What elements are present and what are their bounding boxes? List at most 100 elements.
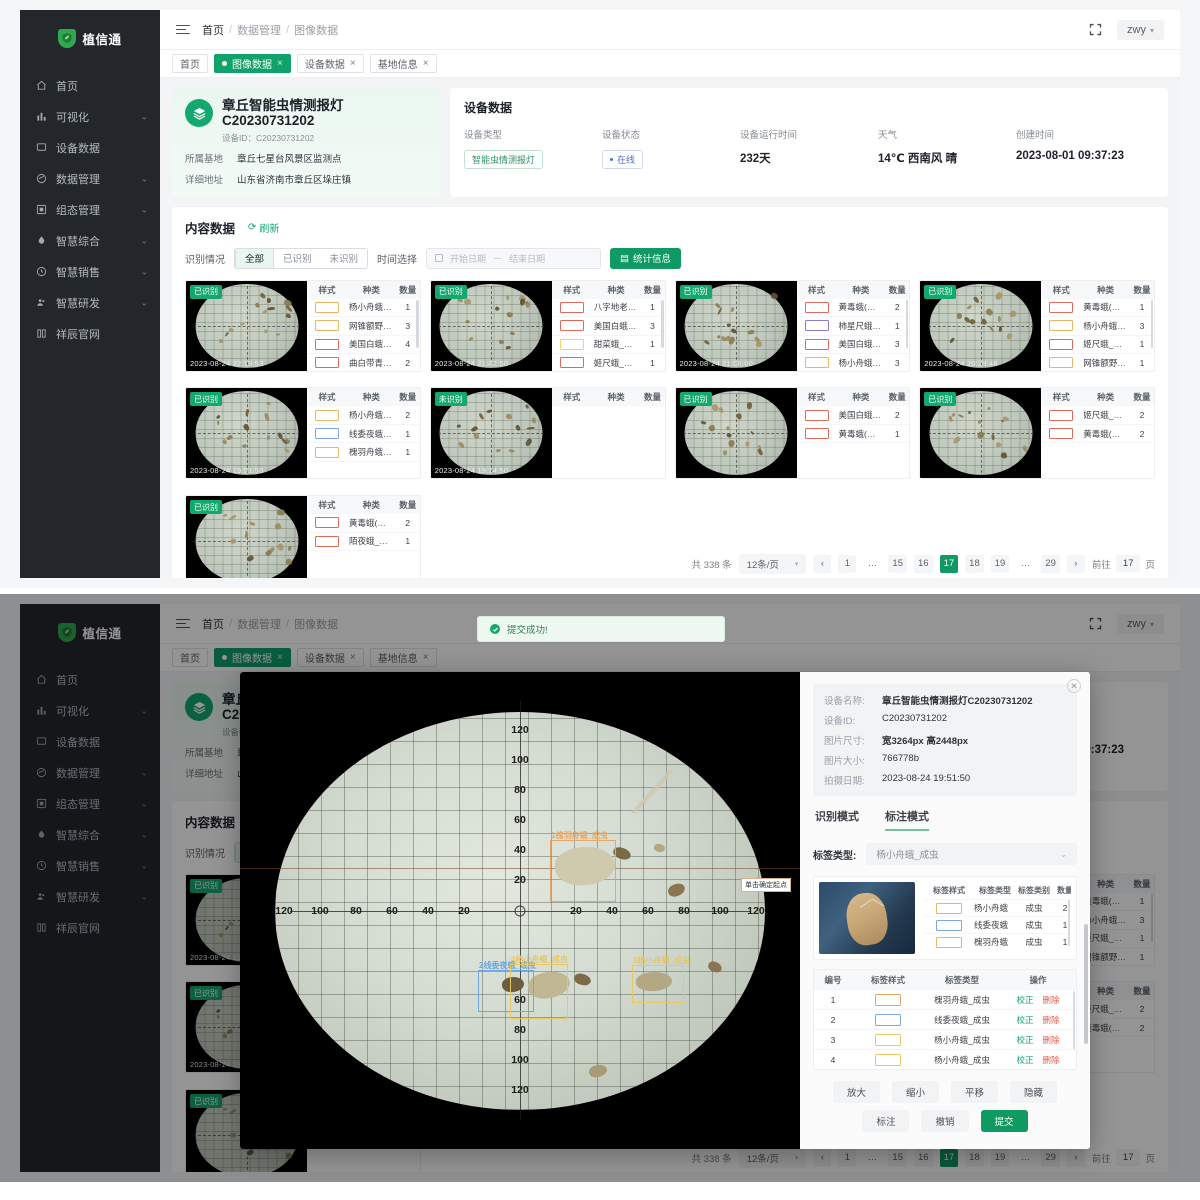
date-range-picker[interactable]: 开始日期 － 结束日期: [426, 248, 601, 269]
refresh-button[interactable]: ⟳ 刷新: [248, 220, 279, 235]
goto-input[interactable]: 17: [1116, 555, 1141, 572]
pagination-page-current[interactable]: 17: [940, 555, 959, 573]
segment-all[interactable]: 全部: [235, 249, 274, 268]
table-scrollbar[interactable]: [906, 300, 909, 348]
pagination-page-15[interactable]: 15: [888, 555, 907, 573]
sidebar-item-smart-integration[interactable]: 智慧综合 ⌄: [20, 225, 160, 256]
sidebar-item-device-data[interactable]: 设备数据: [20, 132, 160, 163]
correct-link[interactable]: 校正: [1016, 994, 1033, 1006]
bounding-box[interactable]: 4杨小舟蛾_成虫: [510, 964, 568, 1019]
image-card[interactable]: 已识别 2023-08-24 22:19:53 样式 种类 数量 杨小舟蛾… 1…: [185, 280, 421, 372]
chevron-down-icon: ⌄: [1060, 850, 1067, 859]
label-type-select[interactable]: 杨小舟蛾_成虫⌄: [866, 843, 1077, 865]
status-badge: 已识别: [190, 392, 222, 406]
image-card[interactable]: 已识别 2023-08-24 21:42:50 样式 种类 数量 八字地老… 1…: [430, 280, 666, 372]
tab-device-data[interactable]: 设备数据×: [297, 54, 364, 73]
close-icon[interactable]: ×: [423, 58, 429, 69]
sidebar-label: 组态管理: [56, 202, 100, 218]
tab-recognition-mode[interactable]: 识别模式: [815, 808, 859, 831]
zoom-in-button[interactable]: 放大: [833, 1081, 880, 1103]
delete-link[interactable]: 删除: [1043, 1034, 1060, 1046]
correct-link[interactable]: 校正: [1016, 1014, 1033, 1026]
segment-unrecognized[interactable]: 未识别: [321, 249, 368, 268]
image-card[interactable]: 未识别 2023-08-24 19:14:50 样式 种类 数量: [430, 387, 666, 479]
image-card[interactable]: 已识别 2023-08-24 21:06:00 样式 种类 数量 黄毒蛾(… 2…: [675, 280, 911, 372]
segment-recognized[interactable]: 已识别: [274, 249, 321, 268]
delete-link[interactable]: 删除: [1043, 994, 1060, 1006]
pagination-page-16[interactable]: 16: [914, 555, 933, 573]
breadcrumb-item-home[interactable]: 首页: [202, 22, 224, 38]
image-card[interactable]: 已识别 样式 种类 数量 美国白蛾… 2 黄毒蛾(… 1: [675, 387, 911, 479]
annotate-button[interactable]: 标注: [862, 1110, 909, 1132]
sidebar-item-configuration[interactable]: 组态管理 ⌄: [20, 194, 160, 225]
species-name: 姬尺蛾_…: [1081, 338, 1130, 350]
close-icon[interactable]: ×: [277, 58, 283, 69]
table-row: 杨小舟蛾… 2: [307, 406, 420, 425]
sidebar-item-data-management[interactable]: 数据管理 ⌄: [20, 163, 160, 194]
card-thumbnail[interactable]: 已识别 2023-08-24 20:28:48: [920, 281, 1041, 371]
pagination-ellipsis-right[interactable]: …: [1016, 555, 1034, 573]
zoom-out-button[interactable]: 缩小: [892, 1081, 939, 1103]
table-row: 黄毒蛾(… 1: [1041, 299, 1154, 318]
card-thumbnail[interactable]: 已识别 2023-08-24 22:19:53: [186, 281, 307, 371]
image-card[interactable]: 已识别 2023-08-24 19:51:50 样式 种类 数量 杨小舟蛾… 2…: [185, 387, 421, 479]
reference-table-scrollbar[interactable]: [1068, 900, 1071, 946]
pagination-ellipsis-left[interactable]: …: [863, 555, 881, 573]
card-thumbnail[interactable]: 已识别: [920, 388, 1041, 478]
card-thumbnail[interactable]: 已识别: [676, 388, 797, 478]
pagination-page-1[interactable]: 1: [838, 555, 856, 573]
pan-button[interactable]: 平移: [951, 1081, 998, 1103]
pagination-prev[interactable]: ‹: [813, 555, 831, 573]
pagination-page-19[interactable]: 19: [991, 555, 1010, 573]
sidebar-item-smart-sales[interactable]: 智慧销售 ⌄: [20, 256, 160, 287]
delete-link[interactable]: 删除: [1043, 1014, 1060, 1026]
table-scrollbar[interactable]: [416, 300, 419, 348]
bounding-box[interactable]: 3杨小舟蛾_成虫: [632, 965, 684, 1003]
y-tick: 100: [511, 754, 529, 766]
pagination-page-29[interactable]: 29: [1041, 555, 1060, 573]
card-thumbnail[interactable]: 已识别 2023-08-24 19:51:50: [186, 388, 307, 478]
statistics-button[interactable]: ▤ 统计信息: [610, 248, 681, 269]
sidebar-item-official-site[interactable]: 祥辰官网: [20, 318, 160, 349]
hide-button[interactable]: 隐藏: [1010, 1081, 1057, 1103]
fullscreen-icon[interactable]: [1088, 22, 1103, 37]
image-card[interactable]: 已识别 2023-08-24 20:28:48 样式 种类 数量 黄毒蛾(… 1…: [919, 280, 1155, 372]
layout-icon: [36, 204, 53, 215]
image-card[interactable]: 已识别 样式 种类 数量 姬尺蛾_… 2 黄毒蛾(… 2: [919, 387, 1155, 479]
breadcrumb-item-data-management[interactable]: 数据管理: [237, 22, 281, 38]
image-card[interactable]: 已识别 样式 种类 数量 黄毒蛾(… 2 陌夜蛾_… 1: [185, 495, 421, 578]
submit-button[interactable]: 提交: [981, 1110, 1028, 1132]
undo-button[interactable]: 撤销: [921, 1110, 968, 1132]
page-size-select[interactable]: 12条/页▾: [739, 554, 807, 574]
x-tick: 80: [350, 905, 362, 917]
tab-image-data[interactable]: 图像数据×: [214, 54, 291, 73]
chevron-down-icon: ⌄: [140, 297, 148, 308]
card-thumbnail[interactable]: 已识别: [186, 496, 307, 578]
sidebar-item-smart-rd[interactable]: 智慧研发 ⌄: [20, 287, 160, 318]
hamburger-icon[interactable]: [176, 25, 190, 35]
modal-scrollbar[interactable]: [1084, 674, 1088, 1144]
card-thumbnail[interactable]: 已识别 2023-08-24 21:06:00: [676, 281, 797, 371]
delete-link[interactable]: 删除: [1043, 1054, 1060, 1066]
card-thumbnail[interactable]: 已识别 2023-08-24 21:42:50: [431, 281, 552, 371]
close-icon[interactable]: ×: [350, 58, 356, 69]
pagination-next[interactable]: ›: [1067, 555, 1085, 573]
sidebar-item-visualization[interactable]: 可视化 ⌄: [20, 101, 160, 132]
tab-home[interactable]: 首页: [172, 54, 208, 73]
device-address-value: 山东省济南市章丘区垛庄镇: [237, 172, 351, 186]
breadcrumb-item-image-data[interactable]: 图像数据: [294, 22, 338, 38]
pagination-page-18[interactable]: 18: [965, 555, 984, 573]
tab-base-info[interactable]: 基地信息×: [370, 54, 437, 73]
card-thumbnail[interactable]: 未识别 2023-08-24 19:14:50: [431, 388, 552, 478]
user-menu[interactable]: zwy▾: [1117, 20, 1164, 40]
annotation-table-scrollbar[interactable]: [1073, 991, 1076, 1049]
image-viewer[interactable]: 1201008060402020406080100120 12010080604…: [240, 672, 800, 1149]
table-scrollbar[interactable]: [661, 300, 664, 348]
tab-annotation-mode[interactable]: 标注模式: [885, 808, 929, 831]
sidebar-item-home[interactable]: 首页: [20, 70, 160, 101]
close-circle-icon[interactable]: ✕: [1067, 679, 1081, 693]
bounding-box[interactable]: 1槐羽舟蛾_成虫: [550, 840, 616, 902]
correct-link[interactable]: 校正: [1016, 1054, 1033, 1066]
correct-link[interactable]: 校正: [1016, 1034, 1033, 1046]
table-scrollbar[interactable]: [1151, 300, 1154, 348]
